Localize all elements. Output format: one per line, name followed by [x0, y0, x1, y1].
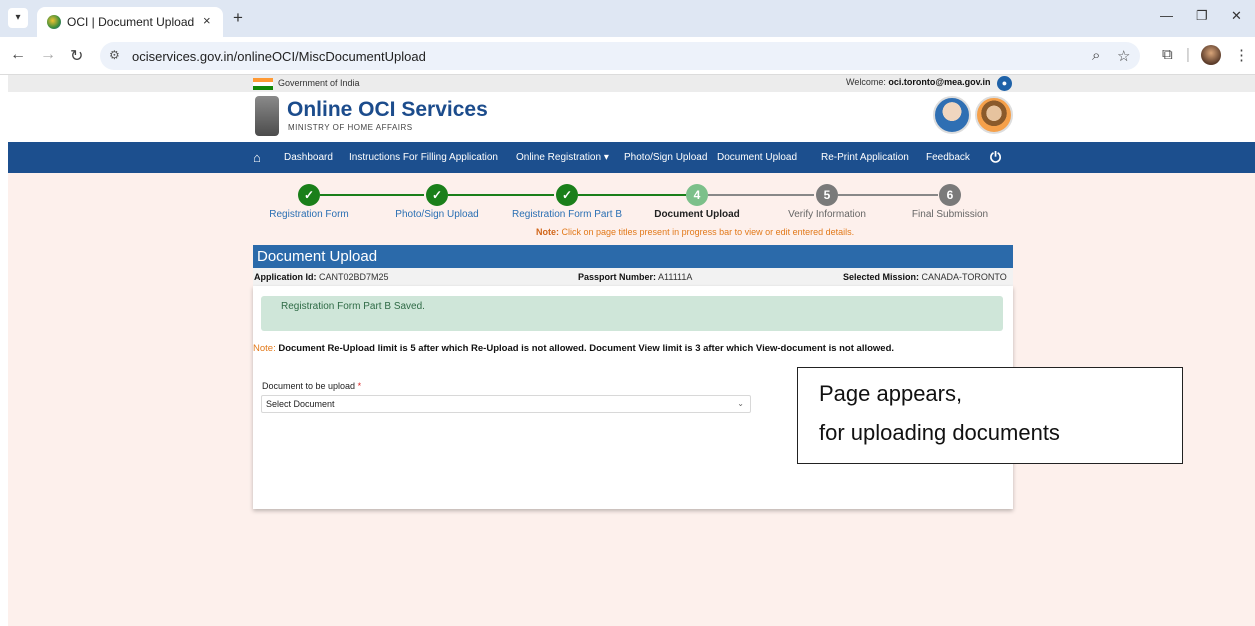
upload-limit-note-text: Document Re-Upload limit is 5 after whic… — [278, 343, 895, 354]
mission-value: CANADA-TORONTO — [921, 272, 1007, 282]
browser-tab[interactable]: OCI | Document Upload × — [37, 7, 223, 37]
site-subtitle: MINISTRY OF HOME AFFAIRS — [288, 123, 413, 132]
nav-instructions[interactable]: Instructions For Filling Application — [349, 152, 498, 163]
annotation-callout: Page appears, for uploading documents — [797, 367, 1183, 464]
oci-favicon-icon — [47, 15, 61, 29]
success-alert-text: Registration Form Part B Saved. — [281, 301, 425, 312]
application-id-value: CANT02BD7M25 — [319, 272, 389, 282]
forward-icon[interactable]: → — [40, 46, 56, 64]
step-label-final-submission: Final Submission — [911, 209, 989, 220]
zoom-icon[interactable]: ⌕ — [1092, 47, 1100, 64]
national-emblem-icon — [255, 96, 279, 136]
panel-title: Document Upload — [257, 248, 378, 265]
extensions-icon[interactable]: ⧉ — [1162, 46, 1173, 63]
user-account-icon[interactable]: ● — [997, 76, 1012, 91]
document-field-label-text: Document to be upload — [262, 381, 356, 391]
selected-mission: Selected Mission: CANADA-TORONTO — [843, 272, 1007, 282]
callout-line-1: Page appears, — [819, 381, 963, 406]
progress-line — [708, 194, 814, 196]
application-id-label: Application Id: — [254, 272, 317, 282]
chevron-down-icon: ⌄ — [737, 399, 744, 408]
portrait-photo-2 — [975, 96, 1013, 134]
application-info-row: Application Id: CANT02BD7M25 Passport Nu… — [253, 268, 1013, 286]
browser-tab-bar: ▾ OCI | Document Upload × + — ❐ ✕ — [0, 0, 1255, 37]
india-flag-icon — [253, 78, 273, 90]
step-2-check-icon[interactable]: ✓ — [426, 184, 448, 206]
logout-power-icon[interactable]: ⏻ — [990, 149, 1001, 166]
menu-kebab-icon[interactable]: ⋮ — [1234, 46, 1249, 64]
url-field[interactable]: ⚙ ociservices.gov.in/onlineOCI/MiscDocum… — [100, 42, 1140, 70]
address-bar-row: ← → ↻ ⚙ ociservices.gov.in/onlineOCI/Mis… — [0, 37, 1255, 75]
upload-limit-note-prefix: Note: — [253, 343, 276, 354]
step-6-circle: 6 — [939, 184, 961, 206]
progress-line — [448, 194, 554, 196]
main-nav: ⌂ Dashboard Instructions For Filling App… — [8, 142, 1255, 173]
passport-label: Passport Number: — [578, 272, 657, 282]
progress-line — [578, 194, 686, 196]
success-alert: Registration Form Part B Saved. — [261, 296, 1003, 331]
passport-value: A11111A — [658, 272, 693, 282]
url-text: ociservices.gov.in/onlineOCI/MiscDocumen… — [132, 49, 426, 64]
callout-line-2: for uploading documents — [819, 420, 1060, 445]
nav-dashboard[interactable]: Dashboard — [284, 152, 333, 163]
upload-limit-note: Note: Document Re-Upload limit is 5 afte… — [253, 343, 894, 354]
tab-search-chevron-icon[interactable]: ▾ — [8, 8, 28, 28]
minimize-icon[interactable]: — — [1160, 8, 1173, 23]
step-label-registration-form[interactable]: Registration Form — [269, 209, 348, 220]
panel-header: Document Upload — [253, 245, 1013, 268]
progress-note-text: Click on page titles present in progress… — [561, 227, 855, 237]
page-content: Government of India Welcome: oci.toronto… — [8, 75, 1255, 626]
passport-number: Passport Number: A11111A — [578, 272, 692, 282]
user-email: oci.toronto@mea.gov.in — [888, 77, 991, 87]
step-label-document-upload[interactable]: Document Upload — [654, 209, 740, 220]
document-field-label: Document to be upload * — [262, 381, 361, 391]
profile-avatar[interactable] — [1201, 45, 1221, 65]
bookmark-star-icon[interactable]: ☆ — [1117, 47, 1130, 65]
progress-note: Note: Click on page titles present in pr… — [536, 227, 854, 237]
nav-reprint-application[interactable]: Re-Print Application — [821, 152, 909, 163]
nav-document-upload[interactable]: Document Upload — [717, 152, 797, 163]
step-4-circle[interactable]: 4 — [686, 184, 708, 206]
site-info-icon[interactable]: ⚙ — [109, 48, 120, 62]
portrait-photo-1 — [933, 96, 971, 134]
step-1-check-icon[interactable]: ✓ — [298, 184, 320, 206]
step-3-check-icon[interactable]: ✓ — [556, 184, 578, 206]
government-text: Government of India — [278, 78, 360, 88]
nav-feedback[interactable]: Feedback — [926, 152, 970, 163]
nav-photo-sign-upload[interactable]: Photo/Sign Upload — [624, 152, 707, 163]
progress-line — [838, 194, 938, 196]
back-icon[interactable]: ← — [10, 46, 26, 64]
document-select-value: Select Document — [266, 399, 335, 409]
step-label-verify-information: Verify Information — [788, 209, 866, 220]
required-asterisk: * — [357, 381, 362, 391]
government-strip: Government of India Welcome: oci.toronto… — [8, 75, 1255, 92]
document-select[interactable]: Select Document ⌄ — [261, 395, 751, 413]
site-title[interactable]: Online OCI Services — [287, 98, 488, 122]
step-5-circle: 5 — [816, 184, 838, 206]
reload-icon[interactable]: ↻ — [70, 46, 83, 66]
welcome-text: Welcome: oci.toronto@mea.gov.in — [846, 77, 991, 87]
restore-icon[interactable]: ❐ — [1196, 8, 1208, 24]
welcome-label: Welcome: — [846, 77, 886, 87]
tab-close-icon[interactable]: × — [203, 13, 211, 28]
step-label-photo-sign-upload[interactable]: Photo/Sign Upload — [395, 209, 478, 220]
progress-line — [320, 194, 424, 196]
step-label-registration-part-b[interactable]: Registration Form Part B — [512, 209, 622, 220]
close-window-icon[interactable]: ✕ — [1231, 8, 1242, 24]
nav-online-registration[interactable]: Online Registration ▾ — [516, 152, 609, 163]
application-id: Application Id: CANT02BD7M25 — [254, 272, 389, 282]
mission-label: Selected Mission: — [843, 272, 920, 282]
new-tab-icon[interactable]: + — [233, 8, 243, 28]
progress-note-prefix: Note: — [536, 227, 559, 237]
tab-title: OCI | Document Upload — [67, 15, 195, 29]
site-header: Online OCI Services MINISTRY OF HOME AFF… — [8, 92, 1255, 142]
home-icon[interactable]: ⌂ — [253, 150, 261, 165]
separator: | — [1186, 46, 1190, 63]
